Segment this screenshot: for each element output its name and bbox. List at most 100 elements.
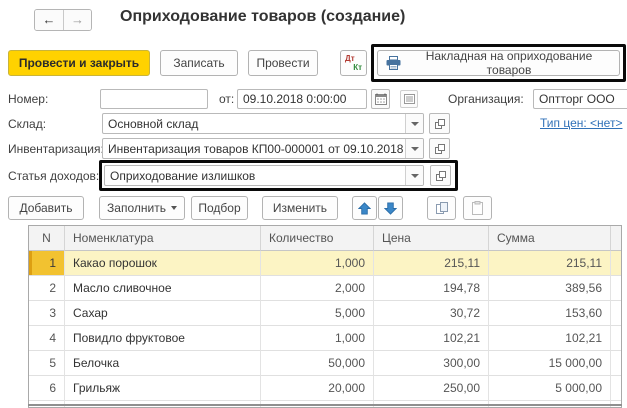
column-header-nomenclature[interactable]: Номенклатура (65, 226, 261, 251)
price-type-link[interactable]: Тип цен: <нет> (540, 116, 622, 130)
income-item-dropdown-button[interactable] (405, 166, 423, 185)
forward-button[interactable]: → (63, 10, 91, 30)
organization-field[interactable]: Оптторг ООО (533, 89, 627, 109)
copy-icon (435, 201, 449, 215)
row-number-cell[interactable]: 6 (29, 376, 65, 401)
quantity-cell[interactable]: 1,000 (261, 251, 374, 276)
price-cell[interactable]: 30,72 (374, 301, 489, 326)
add-row-button[interactable]: Добавить (8, 196, 84, 220)
credit-label: Кт (353, 63, 362, 72)
table-row[interactable]: 2 Масло сливочное 2,000 194,78 389,56 (29, 276, 621, 301)
list-icon (403, 94, 415, 104)
nomenclature-cell[interactable]: Масло сливочное (65, 276, 261, 301)
inventory-dropdown-button[interactable] (405, 139, 423, 158)
number-label: Номер: (8, 92, 49, 106)
nomenclature-cell[interactable]: Белочка (65, 351, 261, 376)
items-table: N Номенклатура Количество Цена Сумма 1 Ка… (28, 225, 622, 408)
quantity-cell[interactable]: 5,000 (261, 301, 374, 326)
paste-icon (471, 201, 484, 215)
calendar-button[interactable] (371, 89, 390, 109)
quantity-cell[interactable]: 50,000 (261, 351, 374, 376)
quantity-cell[interactable]: 2,000 (261, 276, 374, 301)
row-number-cell[interactable]: 2 (29, 276, 65, 301)
sum-cell[interactable]: 153,60 (489, 301, 611, 326)
sum-cell[interactable]: 15 000,00 (489, 351, 611, 376)
row-edge-cell[interactable] (611, 276, 621, 301)
warehouse-open-button[interactable] (429, 113, 450, 134)
income-item-value: Оприходование излишков (110, 168, 256, 183)
change-button[interactable]: Изменить (262, 196, 338, 220)
row-edge-cell[interactable] (611, 251, 621, 276)
inventory-value: Инвентаризация товаров КП00-000001 от 09… (108, 141, 405, 156)
quantity-cell[interactable]: 20,000 (261, 376, 374, 401)
sum-cell[interactable]: 5 000,00 (489, 376, 611, 401)
table-row[interactable]: 1 Какао порошок 1,000 215,11 215,11 (29, 251, 621, 276)
sum-cell[interactable]: 215,11 (489, 251, 611, 276)
row-edge-cell[interactable] (611, 326, 621, 351)
quantity-cell[interactable]: 1,000 (261, 326, 374, 351)
nomenclature-cell[interactable]: Какао порошок (65, 251, 261, 276)
move-down-button[interactable] (378, 196, 403, 220)
column-header-quantity[interactable]: Количество (261, 226, 374, 251)
chevron-down-icon (410, 146, 419, 151)
warehouse-combo[interactable]: Основной склад (102, 113, 424, 134)
nomenclature-cell[interactable]: Повидло фруктовое (65, 326, 261, 351)
table-row[interactable]: 3 Сахар 5,000 30,72 153,60 (29, 301, 621, 326)
fill-label: Заполнить (107, 201, 166, 215)
document-journal-button[interactable] (400, 90, 418, 108)
fill-button[interactable]: Заполнить (99, 196, 185, 220)
chevron-down-icon (410, 121, 419, 126)
post-button[interactable]: Провести (248, 50, 318, 76)
debit-label: Дт (345, 54, 355, 63)
arrow-up-icon (358, 201, 371, 215)
column-header-price[interactable]: Цена (374, 226, 489, 251)
nomenclature-cell[interactable]: Грильяж (65, 376, 261, 401)
income-item-open-button[interactable] (430, 165, 451, 186)
organization-label: Организация: (448, 92, 524, 106)
price-cell[interactable]: 215,11 (374, 251, 489, 276)
row-edge-cell[interactable] (611, 301, 621, 326)
row-edge-cell[interactable] (611, 351, 621, 376)
column-header-sum[interactable]: Сумма (489, 226, 611, 251)
organization-value: Оптторг ООО (539, 92, 615, 106)
open-icon (435, 170, 447, 182)
sum-cell[interactable]: 102,21 (489, 326, 611, 351)
date-input[interactable] (237, 89, 367, 109)
price-cell[interactable]: 250,00 (374, 376, 489, 401)
row-number-cell[interactable]: 1 (29, 251, 65, 276)
date-from-label: от: (219, 92, 235, 106)
price-cell[interactable]: 194,78 (374, 276, 489, 301)
table-row[interactable]: 4 Повидло фруктовое 1,000 102,21 102,21 (29, 326, 621, 351)
paste-button[interactable] (463, 196, 492, 220)
warehouse-value: Основной склад (108, 116, 199, 131)
row-number-cell[interactable]: 4 (29, 326, 65, 351)
write-button[interactable]: Записать (160, 50, 238, 76)
arrow-down-icon (384, 201, 397, 215)
warehouse-dropdown-button[interactable] (405, 114, 423, 133)
inventory-open-button[interactable] (429, 138, 450, 159)
number-input[interactable] (100, 89, 208, 109)
print-invoice-button[interactable]: Накладная на оприходование товаров (377, 49, 620, 77)
row-edge-cell[interactable] (611, 376, 621, 401)
copy-button[interactable] (427, 196, 456, 220)
price-cell[interactable]: 102,21 (374, 326, 489, 351)
inventory-combo[interactable]: Инвентаризация товаров КП00-000001 от 09… (102, 138, 424, 159)
chevron-down-icon (410, 173, 419, 178)
back-button[interactable]: ← (35, 10, 63, 30)
inventory-label: Инвентаризация: (8, 142, 104, 156)
post-and-close-button[interactable]: Провести и закрыть (8, 50, 150, 76)
column-header-n[interactable]: N (29, 226, 65, 251)
table-row[interactable]: 5 Белочка 50,000 300,00 15 000,00 (29, 351, 621, 376)
move-up-button[interactable] (352, 196, 377, 220)
income-item-combo[interactable]: Оприходование излишков (104, 165, 424, 186)
price-cell[interactable]: 300,00 (374, 351, 489, 376)
open-icon (434, 143, 446, 155)
sum-cell[interactable]: 389,56 (489, 276, 611, 301)
nomenclature-cell[interactable]: Сахар (65, 301, 261, 326)
row-number-cell[interactable]: 5 (29, 351, 65, 376)
pick-button[interactable]: Подбор (191, 196, 248, 220)
window-bottom-edge (28, 404, 622, 406)
debit-credit-button[interactable]: Дт Кт (340, 50, 367, 76)
table-row[interactable]: 6 Грильяж 20,000 250,00 5 000,00 (29, 376, 621, 401)
row-number-cell[interactable]: 3 (29, 301, 65, 326)
